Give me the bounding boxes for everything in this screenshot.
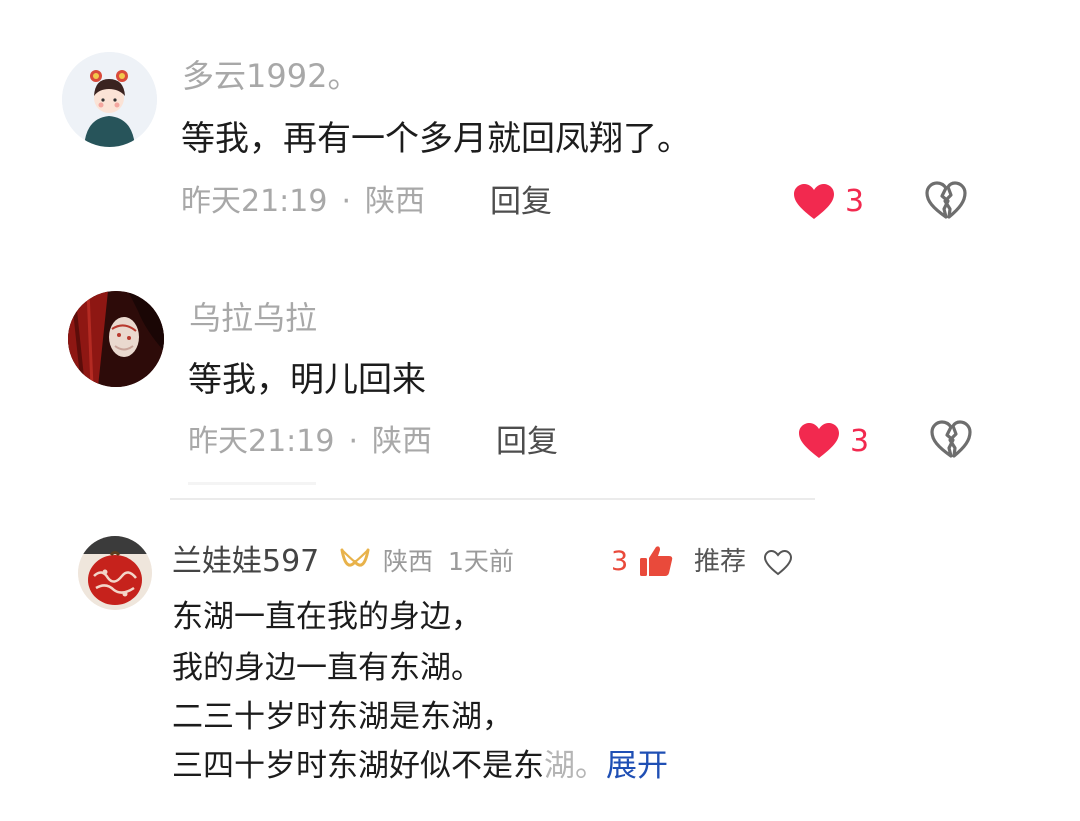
comment-time: 昨天21:19 <box>181 184 328 219</box>
reply-button[interactable]: 回复 <box>496 422 558 462</box>
comment-text-line: 二三十岁时东湖是东湖， <box>172 699 513 735</box>
heart-outline-icon[interactable] <box>763 549 793 577</box>
like-count: 3 <box>611 546 629 577</box>
user-avatar[interactable] <box>62 52 157 147</box>
reply-button[interactable]: 回复 <box>490 182 552 222</box>
fan-badge-icon <box>340 548 370 567</box>
user-avatar[interactable] <box>78 536 152 610</box>
comment-location: 陕西 <box>383 547 434 576</box>
comment-text-line: 三四十岁时东湖好似不是东湖。展开 <box>172 744 668 788</box>
meta-separator: · <box>348 424 359 459</box>
comment-text-line: 我的身边一直有东湖。 <box>172 650 482 686</box>
divider <box>188 482 316 485</box>
dislike-broken-heart-icon[interactable] <box>930 420 972 460</box>
comment-meta: 昨天21:19 · 陕西 <box>181 182 425 222</box>
comment-time: 昨天21:19 <box>188 424 335 459</box>
like-count: 3 <box>850 424 870 459</box>
comment-location: 陕西 <box>372 424 433 459</box>
comment-text-visible: 三四十岁时东湖好似不是东 <box>172 748 544 784</box>
divider <box>170 498 815 500</box>
comment-username[interactable]: 乌拉乌拉 <box>189 298 317 338</box>
comment-meta: 昨天21:19 · 陕西 <box>188 422 432 462</box>
comment-text-line: 东湖一直在我的身边， <box>172 599 482 635</box>
like-heart-icon[interactable] <box>793 183 835 221</box>
comment-text-faded: 湖。 <box>544 748 606 784</box>
expand-link[interactable]: 展开 <box>606 748 668 784</box>
comment-location: 陕西 <box>365 184 426 219</box>
comment-text: 等我，再有一个多月就回凤翔了。 <box>181 119 691 159</box>
like-heart-icon[interactable] <box>798 422 840 460</box>
recommend-button[interactable]: 推荐 <box>694 544 746 580</box>
thumbs-up-icon[interactable] <box>638 544 674 578</box>
dislike-broken-heart-icon[interactable] <box>925 181 967 221</box>
like-count: 3 <box>845 184 865 219</box>
comment-time: 1天前 <box>448 547 514 576</box>
user-avatar[interactable] <box>68 291 164 387</box>
comment-username[interactable]: 兰娃娃597 <box>172 542 319 582</box>
comment-username[interactable]: 多云1992。 <box>182 56 359 96</box>
meta-separator: · <box>341 184 352 219</box>
comment-list: 多云1992。 等我，再有一个多月就回凤翔了。 昨天21:19 · 陕西 回复 3 … <box>0 0 1080 821</box>
comment-text: 等我，明儿回来 <box>188 360 426 400</box>
